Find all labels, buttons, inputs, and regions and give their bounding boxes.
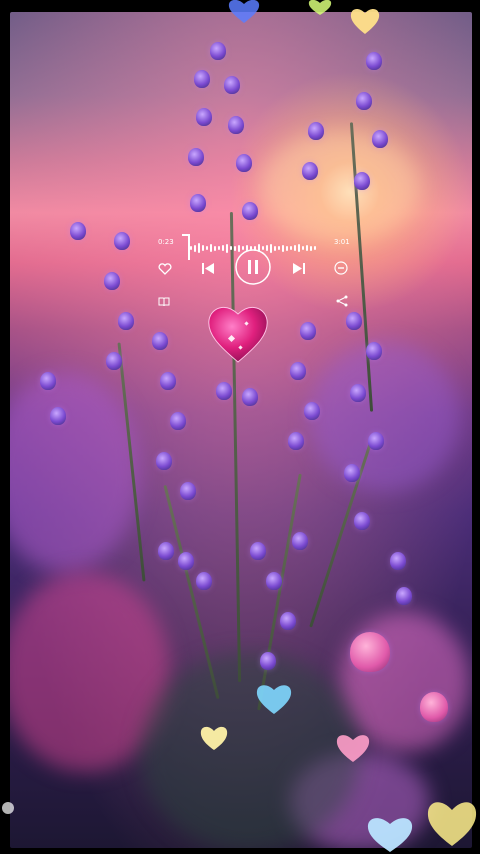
lavender-bud xyxy=(396,587,412,605)
lavender-bud xyxy=(70,222,86,240)
lavender-bud xyxy=(106,352,122,370)
bokeh-heart xyxy=(367,818,413,852)
lavender-bud xyxy=(266,572,282,590)
previous-button[interactable] xyxy=(201,260,215,279)
lavender-bud xyxy=(280,612,296,630)
bokeh-heart xyxy=(350,8,380,34)
lavender-bud xyxy=(344,464,360,482)
lavender-bud xyxy=(288,432,304,450)
lavender-bud xyxy=(190,194,206,212)
sky-glow xyxy=(260,132,420,242)
minus-circle-icon xyxy=(334,261,348,275)
lavender-bud xyxy=(354,512,370,530)
lavender-bud xyxy=(354,172,370,190)
lavender-bud xyxy=(350,632,390,672)
lavender-bud xyxy=(356,92,372,110)
remove-button[interactable] xyxy=(334,260,348,279)
lavender-bud xyxy=(180,482,196,500)
lavender-bud xyxy=(390,552,406,570)
lavender-bud xyxy=(170,412,186,430)
background-flower-blur xyxy=(10,372,140,572)
lavender-bud xyxy=(366,52,382,70)
progress-marker xyxy=(182,234,190,260)
lavender-bud xyxy=(308,122,324,140)
skip-next-icon xyxy=(293,263,305,274)
lavender-bud xyxy=(50,407,66,425)
pause-button[interactable] xyxy=(234,248,272,290)
lavender-bud xyxy=(260,652,276,670)
lavender-bud xyxy=(368,432,384,450)
bokeh-heart xyxy=(228,0,260,23)
lavender-bud xyxy=(114,232,130,250)
bokeh-heart xyxy=(256,685,292,714)
skip-previous-icon xyxy=(202,263,214,274)
share-icon xyxy=(336,295,348,307)
lavender-bud xyxy=(250,542,266,560)
next-button[interactable] xyxy=(292,260,306,279)
background-flower-blur xyxy=(310,342,460,492)
bokeh-heart xyxy=(200,726,228,750)
lavender-bud xyxy=(118,312,134,330)
lavender-bud xyxy=(216,382,232,400)
lavender-bud xyxy=(302,162,318,180)
lavender-bud xyxy=(372,130,388,148)
lavender-bud xyxy=(228,116,244,134)
lavender-bud xyxy=(292,532,308,550)
foreground-leaves-blur xyxy=(140,652,360,848)
lavender-bud xyxy=(242,388,258,406)
video-frame xyxy=(10,12,472,848)
lavender-bud xyxy=(156,452,172,470)
glitter-heart-sticker xyxy=(205,300,271,366)
lavender-bud xyxy=(188,148,204,166)
bokeh-heart xyxy=(336,735,370,762)
lavender-bud xyxy=(350,384,366,402)
bokeh-heart xyxy=(427,802,477,846)
lavender-bud xyxy=(194,70,210,88)
lavender-bud xyxy=(224,76,240,94)
share-button[interactable] xyxy=(336,292,348,311)
lavender-bud xyxy=(158,542,174,560)
lavender-bud xyxy=(300,322,316,340)
elapsed-time: 0:23 xyxy=(158,238,174,246)
bokeh-heart xyxy=(2,802,14,814)
book-icon xyxy=(158,297,170,307)
lavender-bud xyxy=(160,372,176,390)
lavender-bud xyxy=(366,342,382,360)
lavender-bud xyxy=(210,42,226,60)
lavender-bud xyxy=(40,372,56,390)
heart-outline-icon xyxy=(158,263,172,275)
background-flower-blur xyxy=(340,612,470,752)
lavender-bud xyxy=(420,692,448,722)
pause-icon xyxy=(235,249,271,285)
lavender-bud xyxy=(152,332,168,350)
like-button[interactable] xyxy=(158,260,172,279)
bokeh-heart xyxy=(308,0,332,15)
lavender-bud xyxy=(196,572,212,590)
lavender-bud xyxy=(196,108,212,126)
lavender-bud xyxy=(304,402,320,420)
lavender-bud xyxy=(104,272,120,290)
total-duration: 3:01 xyxy=(334,238,350,246)
lavender-bud xyxy=(178,552,194,570)
lavender-bud xyxy=(236,154,252,172)
lavender-bud xyxy=(290,362,306,380)
lavender-bud xyxy=(242,202,258,220)
lyrics-button[interactable] xyxy=(158,292,170,311)
